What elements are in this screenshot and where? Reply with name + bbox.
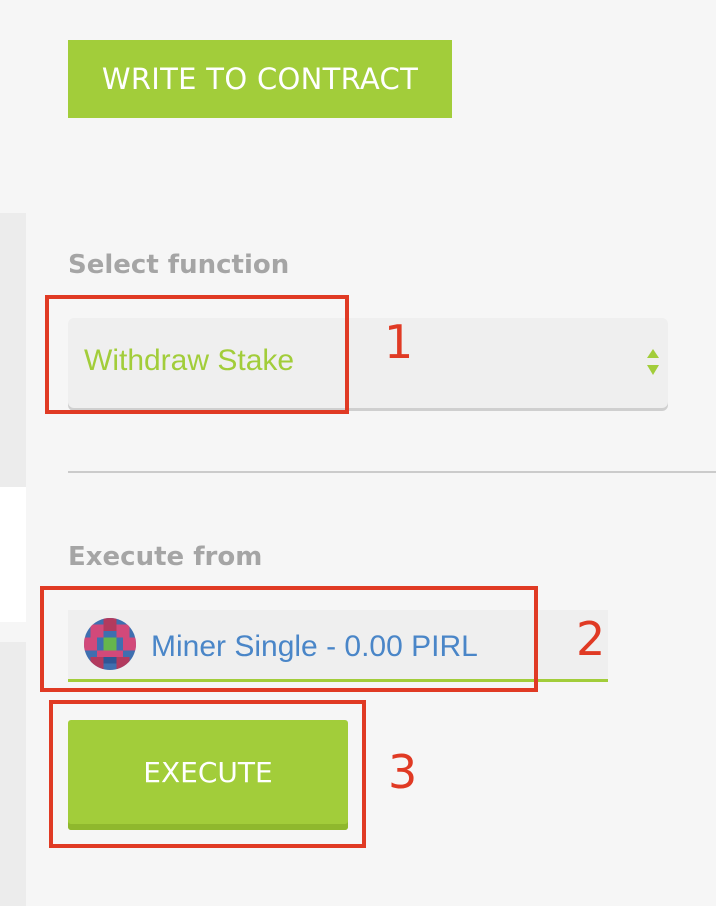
side-panel-bottom [0,642,26,906]
annotation-number-2: 2 [576,612,606,666]
annotation-number-3: 3 [388,745,418,799]
annotation-number-1: 1 [384,315,414,369]
execute-from-label: Execute from [68,542,263,572]
side-panel-top [0,213,26,487]
select-function-label: Select function [68,250,290,280]
write-to-contract-button[interactable]: WRITE TO CONTRACT [68,40,452,118]
annotation-box-1 [45,295,349,414]
side-panel-middle [0,487,26,622]
annotation-box-3 [49,700,366,848]
select-arrows-icon [647,349,659,375]
section-divider [68,471,716,473]
annotation-box-2 [40,586,538,692]
